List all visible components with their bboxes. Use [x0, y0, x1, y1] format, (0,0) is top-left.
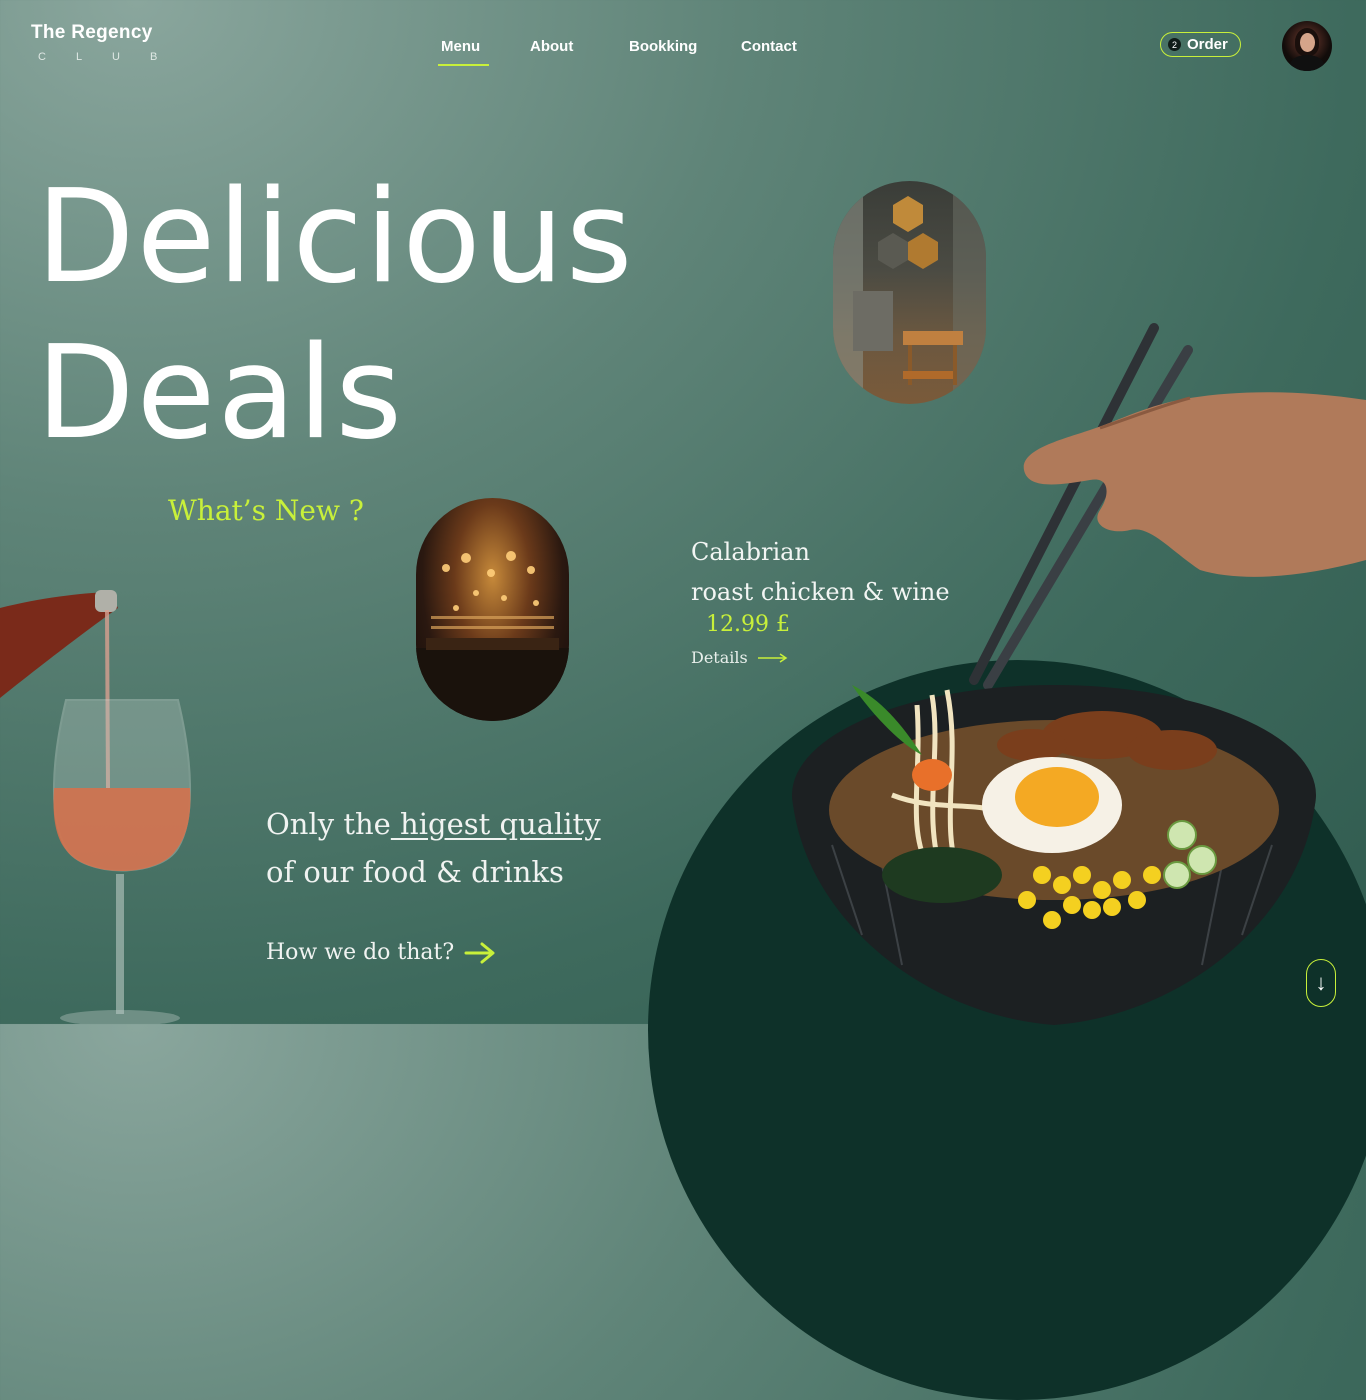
- how-label: How we do that?: [266, 940, 455, 965]
- dish-price: 12.99 £: [706, 612, 790, 637]
- order-count-badge: 2: [1168, 38, 1181, 51]
- quality-highlight: higest quality: [390, 807, 601, 841]
- nav-menu[interactable]: Menu: [441, 38, 480, 55]
- quality-prefix: Only the: [266, 807, 391, 841]
- scroll-down-button[interactable]: ↓: [1306, 959, 1336, 1007]
- nav-active-indicator: [438, 64, 489, 66]
- order-label: Order: [1187, 36, 1228, 53]
- arrow-right-icon: [464, 942, 495, 963]
- hero-title: Delicious Deals: [36, 160, 635, 472]
- dish-name-line1: Calabrian: [691, 538, 810, 566]
- nav-about[interactable]: About: [530, 38, 573, 55]
- details-link[interactable]: Details: [691, 648, 788, 667]
- user-avatar[interactable]: [1282, 21, 1332, 71]
- brand-name[interactable]: The Regency: [31, 22, 153, 44]
- hand-with-chopsticks-image: [969, 323, 1366, 690]
- arrow-right-icon: [757, 652, 788, 663]
- dish-name: Calabrian roast chicken & wine: [691, 532, 950, 612]
- whats-new-heading: What’s New ?: [168, 494, 364, 527]
- dish-name-line2: roast chicken & wine: [691, 578, 950, 606]
- nav-booking[interactable]: Bookking: [629, 38, 697, 55]
- brand-sub: CLUB: [38, 51, 188, 63]
- hero-title-line1: Delicious: [36, 163, 635, 312]
- nav-contact[interactable]: Contact: [741, 38, 797, 55]
- arrow-down-icon: ↓: [1315, 970, 1327, 995]
- bar-image: [416, 498, 569, 721]
- order-button[interactable]: 2 Order: [1160, 32, 1241, 57]
- details-label: Details: [691, 648, 748, 667]
- hero-title-line2: Deals: [36, 319, 404, 468]
- ramen-bowl-image: [792, 685, 1316, 1025]
- quality-line2: of our food & drinks: [266, 855, 564, 889]
- wine-glass-image: [0, 590, 192, 1024]
- quality-statement: Only the higest quality of our food & dr…: [266, 800, 601, 896]
- how-we-do-that-link[interactable]: How we do that?: [266, 940, 496, 965]
